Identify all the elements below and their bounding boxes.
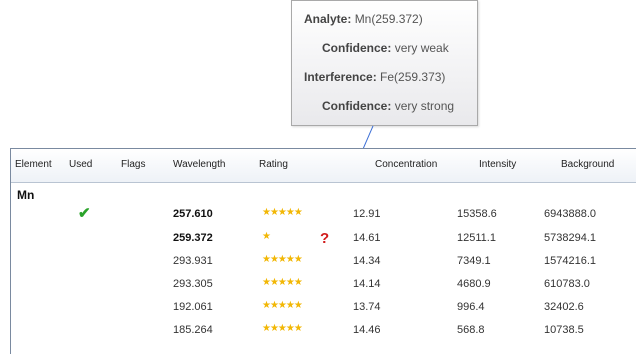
column-header-concentration[interactable]: Concentration — [375, 159, 437, 170]
wavelength-cell: 293.931 — [173, 255, 213, 267]
element-group-label: Mn — [17, 188, 35, 202]
intensity-cell: 996.4 — [457, 301, 485, 313]
tooltip-confidence-1-label: Confidence: — [322, 41, 392, 55]
concentration-cell: 14.61 — [353, 232, 381, 244]
wavelength-cell: 192.061 — [173, 301, 213, 313]
tooltip-interference: Interference: Fe(259.373) — [304, 70, 445, 84]
intensity-cell: 568.8 — [457, 324, 485, 336]
rating-stars: ★★★★★ — [262, 277, 303, 288]
grid-header: Element Used Flags Wavelength Rating Con… — [11, 149, 636, 183]
tooltip-confidence-2: Confidence: very strong — [322, 99, 454, 113]
concentration-cell: 12.91 — [353, 208, 381, 220]
wavelength-cell: 185.264 — [173, 324, 213, 336]
table-row[interactable]: ✔ 257.610 ★★★★★ 12.91 15358.6 6943888.0 — [11, 203, 636, 225]
checkmark-icon: ✔ — [78, 205, 91, 222]
table-row[interactable]: 192.061 ★★★★★ 13.74 996.4 32402.6 — [11, 296, 636, 318]
rating-stars: ★★★★★ — [262, 207, 303, 218]
rating-stars: ★★★★★ — [262, 300, 303, 311]
results-grid: Element Used Flags Wavelength Rating Con… — [10, 148, 636, 354]
tooltip-analyte-value: Mn(259.372) — [354, 12, 423, 26]
tooltip-confidence-2-value: very strong — [394, 99, 455, 113]
concentration-cell: 13.74 — [353, 301, 381, 313]
column-header-background[interactable]: Background — [561, 159, 614, 170]
concentration-cell: 14.46 — [353, 324, 381, 336]
column-header-intensity[interactable]: Intensity — [479, 159, 516, 170]
column-header-used[interactable]: Used — [69, 159, 92, 170]
rating-stars: ★ — [262, 231, 271, 242]
tooltip-confidence-1-value: very weak — [394, 41, 449, 55]
intensity-cell: 4680.9 — [457, 278, 491, 290]
concentration-cell: 14.14 — [353, 278, 381, 290]
table-row[interactable]: 293.931 ★★★★★ 14.34 7349.1 1574216.1 — [11, 250, 636, 272]
tooltip-interference-value: Fe(259.373) — [380, 70, 446, 84]
intensity-cell: 15358.6 — [457, 208, 497, 220]
table-row[interactable]: 259.372 ★? 14.61 12511.1 5738294.1 — [11, 227, 636, 249]
intensity-cell: 7349.1 — [457, 255, 491, 267]
column-header-rating[interactable]: Rating — [259, 159, 288, 170]
rating-stars: ★★★★★ — [262, 323, 303, 334]
background-cell: 610783.0 — [544, 278, 590, 290]
tooltip-analyte: Analyte: Mn(259.372) — [304, 12, 423, 26]
wavelength-cell: 293.305 — [173, 278, 213, 290]
intensity-cell: 12511.1 — [457, 232, 496, 244]
interference-tooltip: Analyte: Mn(259.372) Confidence: very we… — [291, 0, 478, 126]
rating-stars: ★★★★★ — [262, 254, 303, 265]
background-cell: 32402.6 — [544, 301, 584, 313]
table-row[interactable]: 293.305 ★★★★★ 14.14 4680.9 610783.0 — [11, 273, 636, 295]
wavelength-cell: 257.610 — [173, 208, 213, 220]
wavelength-cell: 259.372 — [173, 232, 213, 244]
tooltip-confidence-2-label: Confidence: — [322, 99, 392, 113]
tooltip-analyte-label: Analyte: — [304, 12, 352, 26]
column-header-element[interactable]: Element — [15, 159, 52, 170]
background-cell: 1574216.1 — [544, 255, 596, 267]
column-header-wavelength[interactable]: Wavelength — [173, 159, 225, 170]
question-mark-icon[interactable]: ? — [320, 230, 329, 247]
background-cell: 10738.5 — [544, 324, 584, 336]
table-row[interactable]: 185.264 ★★★★★ 14.46 568.8 10738.5 — [11, 319, 636, 341]
background-cell: 6943888.0 — [544, 208, 596, 220]
tooltip-interference-label: Interference: — [304, 70, 377, 84]
column-header-flags[interactable]: Flags — [121, 159, 145, 170]
background-cell: 5738294.1 — [544, 232, 596, 244]
concentration-cell: 14.34 — [353, 255, 381, 267]
tooltip-confidence-1: Confidence: very weak — [322, 41, 449, 55]
